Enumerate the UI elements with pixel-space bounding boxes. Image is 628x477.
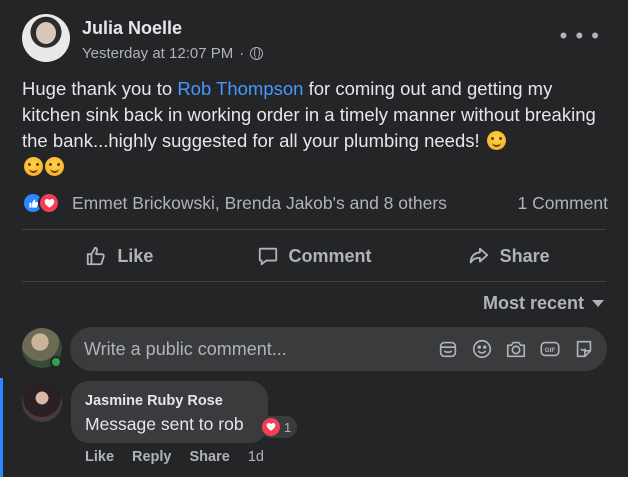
- post-timestamp[interactable]: Yesterday at 12:07 PM: [82, 45, 233, 62]
- meta-separator: ·: [239, 45, 245, 62]
- online-status-dot: [50, 356, 62, 368]
- post-text-before: Huge thank you to: [22, 78, 178, 99]
- globe-icon[interactable]: [250, 47, 264, 60]
- comment-bubble-icon: [258, 247, 277, 266]
- comment-composer: GIF: [70, 327, 607, 371]
- comment-sort-dropdown[interactable]: Most recent: [483, 293, 604, 314]
- gif-icon[interactable]: GIF: [539, 338, 561, 360]
- svg-text:GIF: GIF: [545, 347, 556, 354]
- post-body: Huge thank you to Rob Thompson for comin…: [22, 76, 602, 180]
- comment-button[interactable]: Comment: [217, 234, 412, 278]
- love-reaction-icon[interactable]: [38, 192, 60, 214]
- divider: [22, 281, 606, 282]
- sort-label: Most recent: [482, 293, 584, 313]
- emoji-icon[interactable]: [471, 338, 493, 360]
- like-button[interactable]: Like: [22, 234, 217, 278]
- chevron-down-icon: [592, 300, 604, 307]
- comment-count[interactable]: 1 Comment: [518, 193, 608, 214]
- reactions-summary: Emmet Brickowski, Brenda Jakob's and 8 o…: [22, 190, 608, 216]
- comment-reaction-count: 1: [284, 419, 292, 435]
- sticker-icon[interactable]: [437, 338, 459, 360]
- post-author-name[interactable]: Julia Noelle: [82, 18, 182, 39]
- composer-icons: GIF: [437, 338, 595, 360]
- comment-reply-link[interactable]: Reply: [132, 449, 172, 465]
- smile-emoji-icon: [24, 157, 43, 176]
- comment-text: Message sent to rob: [85, 414, 244, 434]
- comment-author[interactable]: Jasmine Ruby Rose: [85, 393, 223, 409]
- share-button[interactable]: Share: [411, 234, 606, 278]
- mention-link[interactable]: Rob Thompson: [177, 78, 303, 99]
- share-arrow-icon: [469, 247, 488, 264]
- comment-age[interactable]: 1d: [248, 449, 264, 465]
- commenter-avatar[interactable]: [22, 382, 62, 422]
- post-actions: Like Comment Share: [22, 234, 606, 278]
- comment-share-link[interactable]: Share: [190, 449, 230, 465]
- reactors-text[interactable]: Emmet Brickowski, Brenda Jakob's and 8 o…: [72, 193, 447, 214]
- avatar-sticker-icon[interactable]: [573, 338, 595, 360]
- author-avatar[interactable]: [22, 14, 70, 62]
- thumbs-up-icon: [87, 246, 106, 266]
- comment-reaction-badge[interactable]: 1: [260, 416, 298, 438]
- divider: [22, 229, 606, 230]
- camera-icon[interactable]: [505, 338, 527, 360]
- smile-emoji-icon: [45, 157, 64, 176]
- like-button-label: Like: [117, 245, 154, 266]
- love-reaction-icon: [262, 418, 280, 436]
- post-meta: Yesterday at 12:07 PM ·: [82, 45, 264, 62]
- comment-actions: Like Reply Share 1d: [85, 449, 264, 465]
- comment-input[interactable]: [84, 327, 414, 371]
- post-header: Julia Noelle Yesterday at 12:07 PM · • •…: [22, 14, 610, 68]
- comment-like-link[interactable]: Like: [85, 449, 114, 465]
- share-button-label: Share: [499, 245, 550, 266]
- comment-bubble: Jasmine Ruby Rose Message sent to rob: [71, 381, 268, 443]
- more-dots-icon[interactable]: • • •: [560, 25, 600, 47]
- smile-emoji-icon: [486, 131, 506, 150]
- comment-button-label: Comment: [288, 245, 372, 266]
- comment-thread-indicator: [0, 378, 3, 477]
